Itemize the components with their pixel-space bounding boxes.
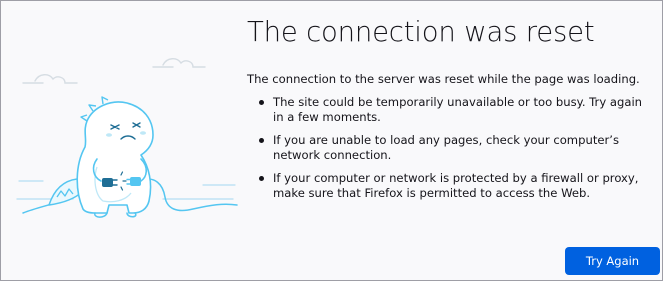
error-page: The connection was reset The connection … xyxy=(0,0,663,281)
bullet-icon xyxy=(259,176,264,181)
page-title: The connection was reset xyxy=(247,16,595,48)
try-again-button[interactable]: Try Again xyxy=(565,247,660,275)
reason-text: If your computer or network is protected… xyxy=(273,171,639,200)
dino-unplugged-cable-illustration-icon xyxy=(16,58,238,218)
reason-text: The site could be temporarily unavailabl… xyxy=(273,95,643,124)
list-item: If you are unable to load any pages, che… xyxy=(247,133,653,163)
bullet-icon xyxy=(259,100,264,105)
list-item: If your computer or network is protected… xyxy=(247,171,653,201)
list-item: The site could be temporarily unavailabl… xyxy=(247,95,653,125)
error-description: The connection to the server was reset w… xyxy=(247,72,640,86)
reason-text: If you are unable to load any pages, che… xyxy=(273,133,619,162)
reasons-list: The site could be temporarily unavailabl… xyxy=(247,95,653,201)
bullet-icon xyxy=(259,138,264,143)
error-content: The connection was reset The connection … xyxy=(247,13,653,209)
